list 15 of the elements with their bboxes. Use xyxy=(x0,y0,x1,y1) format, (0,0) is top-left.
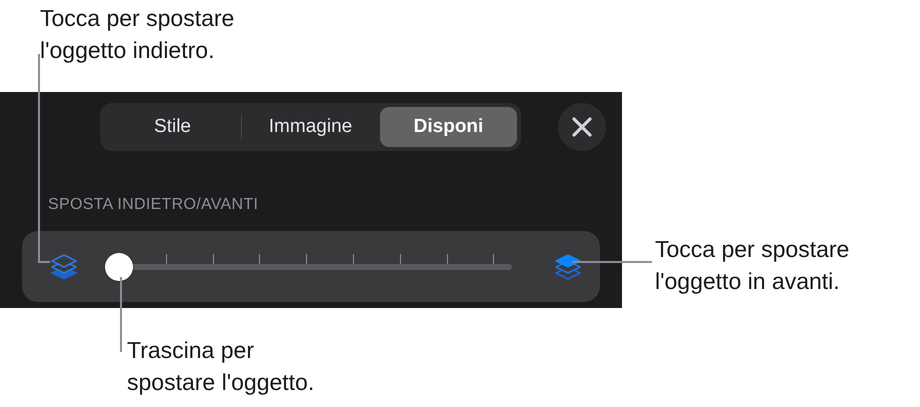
callout-text: Trascina per spostare l'oggetto. xyxy=(127,336,316,397)
close-button[interactable] xyxy=(558,103,606,151)
slider-thumb[interactable] xyxy=(105,252,133,280)
close-icon xyxy=(572,117,592,137)
segment-tab[interactable]: Immagine xyxy=(242,107,379,147)
callout-text: Tocca per spostare l'oggetto in avanti. xyxy=(655,235,850,296)
send-backward-button[interactable] xyxy=(49,252,79,282)
segment-tab[interactable]: Stile xyxy=(104,107,241,147)
section-label: SPOSTA INDIETRO/AVANTI xyxy=(48,195,260,215)
segment-tab[interactable]: Disponi xyxy=(380,107,517,147)
bring-forward-button[interactable] xyxy=(553,252,583,282)
layers-icon xyxy=(50,252,78,280)
layers-icon xyxy=(554,252,582,280)
callout-text: Tocca per spostare l'oggetto indietro. xyxy=(40,4,236,65)
segmented-control[interactable]: Stile Immagine Disponi xyxy=(100,103,521,151)
